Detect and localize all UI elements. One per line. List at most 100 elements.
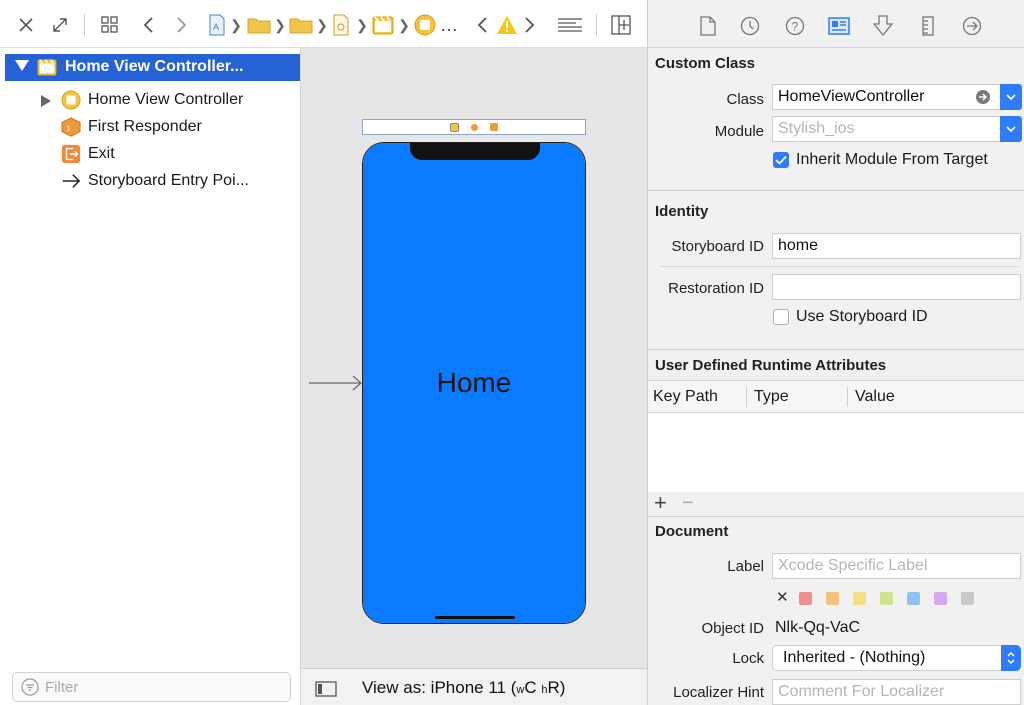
close-icon[interactable]: [14, 12, 38, 38]
identity-inspector: ? Custom Class Class HomeViewController …: [647, 0, 1024, 705]
first-responder-icon[interactable]: [471, 123, 478, 131]
home-indicator: [435, 616, 515, 619]
folder-icon[interactable]: [246, 12, 272, 38]
clear-label-color-button[interactable]: ✕: [776, 588, 789, 606]
filter-field[interactable]: Filter: [12, 672, 291, 702]
class-combo[interactable]: HomeViewController: [772, 84, 1022, 110]
localizer-hint-field[interactable]: Comment For Localizer: [772, 679, 1021, 705]
popup-stepper-icon[interactable]: [1001, 645, 1021, 671]
document-outline: Home View Controller... Home View Contro…: [0, 48, 301, 705]
related-items-icon[interactable]: [98, 12, 122, 38]
filter-placeholder: Filter: [45, 678, 79, 696]
folder-icon[interactable]: [288, 12, 314, 38]
storyboard-file-icon[interactable]: [330, 12, 352, 38]
color-swatch-green[interactable]: [880, 592, 893, 605]
column-type[interactable]: Type: [754, 388, 789, 406]
forward-icon[interactable]: [172, 12, 192, 38]
scene-icon[interactable]: [370, 12, 396, 38]
section-divider: [648, 190, 1024, 191]
color-swatch-yellow[interactable]: [853, 592, 866, 605]
breadcrumb-chevron-icon: ❯: [356, 16, 368, 33]
disclosure-collapsed-icon[interactable]: [41, 95, 51, 107]
view-controller-icon[interactable]: [412, 12, 438, 38]
chevron-down-icon[interactable]: [1000, 84, 1022, 110]
label-field[interactable]: Xcode Specific Label: [772, 553, 1021, 579]
storyboard-canvas[interactable]: Home: [301, 48, 647, 668]
restoration-id-field[interactable]: [772, 274, 1021, 300]
outline-item-exit[interactable]: Exit: [0, 141, 300, 168]
device-screen[interactable]: Home: [362, 142, 586, 624]
outline-item-view-controller[interactable]: Home View Controller: [0, 87, 300, 114]
chevron-down-icon[interactable]: [1000, 116, 1022, 142]
disclosure-expanded-icon[interactable]: [15, 60, 29, 71]
column-key-path[interactable]: Key Path: [653, 388, 718, 406]
scene-dock[interactable]: [362, 119, 586, 135]
arrow-right-icon: [61, 171, 81, 191]
previous-issue-icon[interactable]: [472, 12, 492, 38]
connections-inspector-icon[interactable]: [960, 14, 984, 38]
add-editor-icon[interactable]: [608, 12, 634, 38]
warning-icon[interactable]: [494, 12, 520, 38]
inherit-module-checkbox[interactable]: Inherit Module From Target: [773, 151, 988, 169]
inherit-module-label: Inherit Module From Target: [796, 151, 988, 168]
color-swatch-red[interactable]: [799, 592, 812, 605]
history-inspector-icon[interactable]: [738, 14, 762, 38]
first-responder-icon: 1: [61, 117, 81, 137]
lock-popup[interactable]: Inherited - (Nothing): [772, 645, 1021, 671]
svg-text:?: ?: [792, 20, 799, 34]
view-controller-icon: [61, 90, 81, 110]
restoration-id-label: Restoration ID: [668, 280, 764, 297]
next-issue-icon[interactable]: [520, 12, 540, 38]
outline-item-entry-point[interactable]: Storyboard Entry Poi...: [0, 168, 300, 195]
home-label[interactable]: Home: [363, 367, 585, 399]
outline-item-scene[interactable]: Home View Controller...: [5, 54, 300, 81]
module-label: Module: [714, 123, 764, 140]
storyboard-id-field[interactable]: home: [772, 233, 1021, 259]
identity-title: Identity: [655, 203, 709, 220]
runtime-attributes-header: Key Path Type Value: [648, 380, 1024, 413]
lock-value: Inherited - (Nothing): [783, 649, 926, 666]
module-combo[interactable]: Stylish_ios: [772, 116, 1022, 142]
identity-inspector-icon[interactable]: [827, 14, 851, 38]
outline-item-label: Exit: [88, 145, 115, 162]
use-storyboard-id-label: Use Storyboard ID: [796, 308, 928, 325]
toggle-outline-icon[interactable]: [315, 681, 337, 701]
view-as-device[interactable]: View as: iPhone 11 (wC hR): [362, 678, 565, 698]
canvas-bottom-bar: View as: iPhone 11 (wC hR): [301, 668, 647, 705]
breadcrumb-chevron-icon: ❯: [230, 16, 242, 33]
project-icon[interactable]: A: [206, 12, 228, 38]
add-attribute-button[interactable]: +: [654, 491, 667, 515]
color-swatch-orange[interactable]: [826, 592, 839, 605]
object-id-label: Object ID: [701, 620, 764, 637]
entry-point-arrow: [309, 375, 362, 391]
inspector-tabs: ?: [648, 0, 1024, 48]
checkmark-icon[interactable]: [773, 152, 789, 168]
remove-attribute-button[interactable]: −: [682, 491, 694, 515]
label-label: Label: [727, 558, 764, 575]
size-class-width-value: C: [524, 678, 537, 697]
breadcrumb-chevron-icon: ❯: [316, 16, 328, 33]
exit-icon[interactable]: [490, 123, 498, 131]
navigate-to-class-icon[interactable]: [975, 89, 991, 110]
color-swatch-purple[interactable]: [934, 592, 947, 605]
outline-item-label: First Responder: [88, 118, 202, 135]
view-controller-icon[interactable]: [450, 122, 459, 132]
runtime-attributes-table[interactable]: [648, 413, 1024, 492]
row-divider: [660, 266, 1018, 267]
outline-item-label: Home View Controller...: [65, 58, 244, 75]
use-storyboard-id-checkbox[interactable]: Use Storyboard ID: [773, 308, 928, 326]
file-inspector-icon[interactable]: [696, 14, 720, 38]
document-title: Document: [655, 523, 729, 540]
size-inspector-icon[interactable]: [916, 14, 940, 38]
color-swatch-gray[interactable]: [961, 592, 974, 605]
editor-options-icon[interactable]: [556, 12, 584, 38]
color-swatch-blue[interactable]: [907, 592, 920, 605]
expand-icon[interactable]: [48, 12, 72, 38]
column-value[interactable]: Value: [855, 388, 895, 406]
help-inspector-icon[interactable]: ?: [783, 14, 807, 38]
breadcrumb-ellipsis: …: [440, 14, 458, 35]
back-icon[interactable]: [138, 12, 158, 38]
checkbox-box[interactable]: [773, 309, 789, 325]
attributes-inspector-icon[interactable]: [871, 14, 895, 38]
outline-item-first-responder[interactable]: 1 First Responder: [0, 114, 300, 141]
